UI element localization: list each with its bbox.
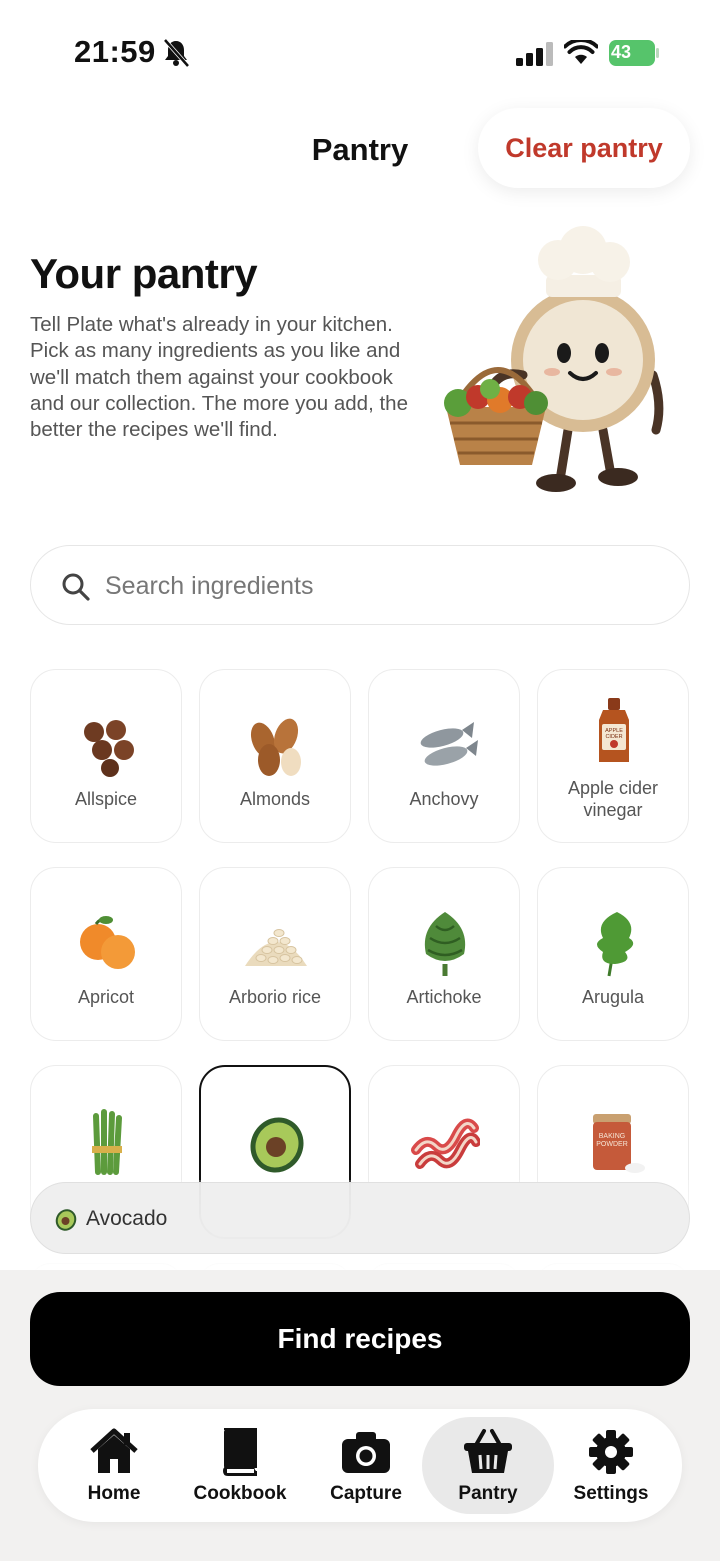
bell-muted-icon bbox=[163, 38, 190, 68]
baking-powder-icon: BAKING POWDER bbox=[593, 1114, 645, 1173]
baking-powder-jar-text-line-1: BAKING bbox=[599, 1133, 625, 1140]
home-icon bbox=[90, 1428, 138, 1473]
ingredient-label: Arugula bbox=[581, 987, 645, 1007]
hero-title: Your pantry bbox=[30, 250, 258, 297]
ingredient-label: Anchovy bbox=[409, 789, 479, 809]
arborio-rice-icon bbox=[245, 929, 307, 966]
camera-icon bbox=[342, 1432, 390, 1473]
tab-pantry[interactable]: Pantry bbox=[422, 1417, 554, 1514]
tab-bar: Home Cookbook Capture Pantry Settings bbox=[38, 1409, 682, 1522]
tab-label: Home bbox=[87, 1483, 141, 1504]
ingredient-label: Artichoke bbox=[406, 987, 482, 1007]
ingredient-card-allspice[interactable]: Allspice bbox=[30, 669, 182, 843]
search-input[interactable] bbox=[105, 564, 645, 608]
ingredient-card-arugula[interactable]: Arugula bbox=[537, 867, 689, 1041]
ingredient-card-almonds[interactable]: Almonds bbox=[199, 669, 351, 843]
find-recipes-button[interactable]: Find recipes bbox=[30, 1292, 690, 1386]
plate-chef-mascot-illustration bbox=[444, 226, 664, 492]
status-time: 21:59 bbox=[74, 34, 156, 69]
book-icon bbox=[222, 1428, 257, 1476]
avocado-icon bbox=[250, 1117, 304, 1173]
hero-description: Tell Plate what's already in your kitche… bbox=[30, 313, 408, 442]
arugula-icon bbox=[597, 912, 634, 977]
ingredient-card-apple-cider-vinegar[interactable]: APPLE CIDER Apple cider vinegar bbox=[537, 669, 689, 843]
avocado-icon bbox=[55, 1209, 77, 1231]
battery-level: 43 bbox=[611, 42, 632, 62]
tab-cookbook[interactable]: Cookbook bbox=[186, 1409, 294, 1522]
ingredient-label: Apricot bbox=[77, 987, 135, 1007]
tab-label: Capture bbox=[330, 1483, 402, 1504]
baking-powder-jar-text-line-2: POWDER bbox=[596, 1141, 628, 1148]
tab-home[interactable]: Home bbox=[62, 1409, 166, 1522]
tab-capture[interactable]: Capture bbox=[314, 1409, 418, 1522]
tab-settings[interactable]: Settings bbox=[558, 1409, 664, 1522]
ingredient-label: Allspice bbox=[74, 789, 138, 809]
ingredient-card-anchovy[interactable]: Anchovy bbox=[368, 669, 520, 843]
apricot-icon bbox=[80, 916, 135, 969]
wifi-icon bbox=[564, 40, 598, 64]
tab-label: Settings bbox=[573, 1483, 649, 1504]
search-icon bbox=[62, 573, 90, 601]
basket-icon bbox=[464, 1429, 512, 1473]
ingredient-card-apricot[interactable]: Apricot bbox=[30, 867, 182, 1041]
ingredient-label: Apple cider vinegar bbox=[567, 778, 659, 820]
selected-chip-avocado[interactable]: Avocado bbox=[86, 1207, 167, 1231]
anchovy-icon bbox=[420, 722, 478, 766]
artichoke-icon bbox=[424, 912, 466, 976]
asparagus-icon bbox=[92, 1109, 122, 1175]
apple-cider-vinegar-icon: APPLE CIDER bbox=[599, 698, 629, 762]
vinegar-label-text-line-2: CIDER bbox=[605, 734, 622, 740]
clear-pantry-button[interactable]: Clear pantry bbox=[478, 108, 690, 188]
signal-icon bbox=[516, 42, 553, 66]
battery-icon: 43 bbox=[609, 40, 659, 66]
gear-icon bbox=[589, 1430, 633, 1474]
allspice-icon bbox=[84, 720, 134, 777]
ingredient-card-arborio-rice[interactable]: Arborio rice bbox=[199, 867, 351, 1041]
almonds-icon bbox=[250, 718, 301, 776]
search-bar[interactable] bbox=[30, 545, 690, 625]
selected-ingredients-bar[interactable]: Avocado bbox=[30, 1182, 690, 1254]
ingredient-card-artichoke[interactable]: Artichoke bbox=[368, 867, 520, 1041]
bacon-icon bbox=[411, 1118, 480, 1169]
ingredient-label: Almonds bbox=[239, 789, 311, 809]
tab-label: Pantry bbox=[458, 1483, 518, 1504]
ingredient-label: Arborio rice bbox=[228, 987, 322, 1007]
status-bar: 21:59 43 bbox=[0, 0, 720, 100]
tab-label: Cookbook bbox=[193, 1483, 287, 1504]
